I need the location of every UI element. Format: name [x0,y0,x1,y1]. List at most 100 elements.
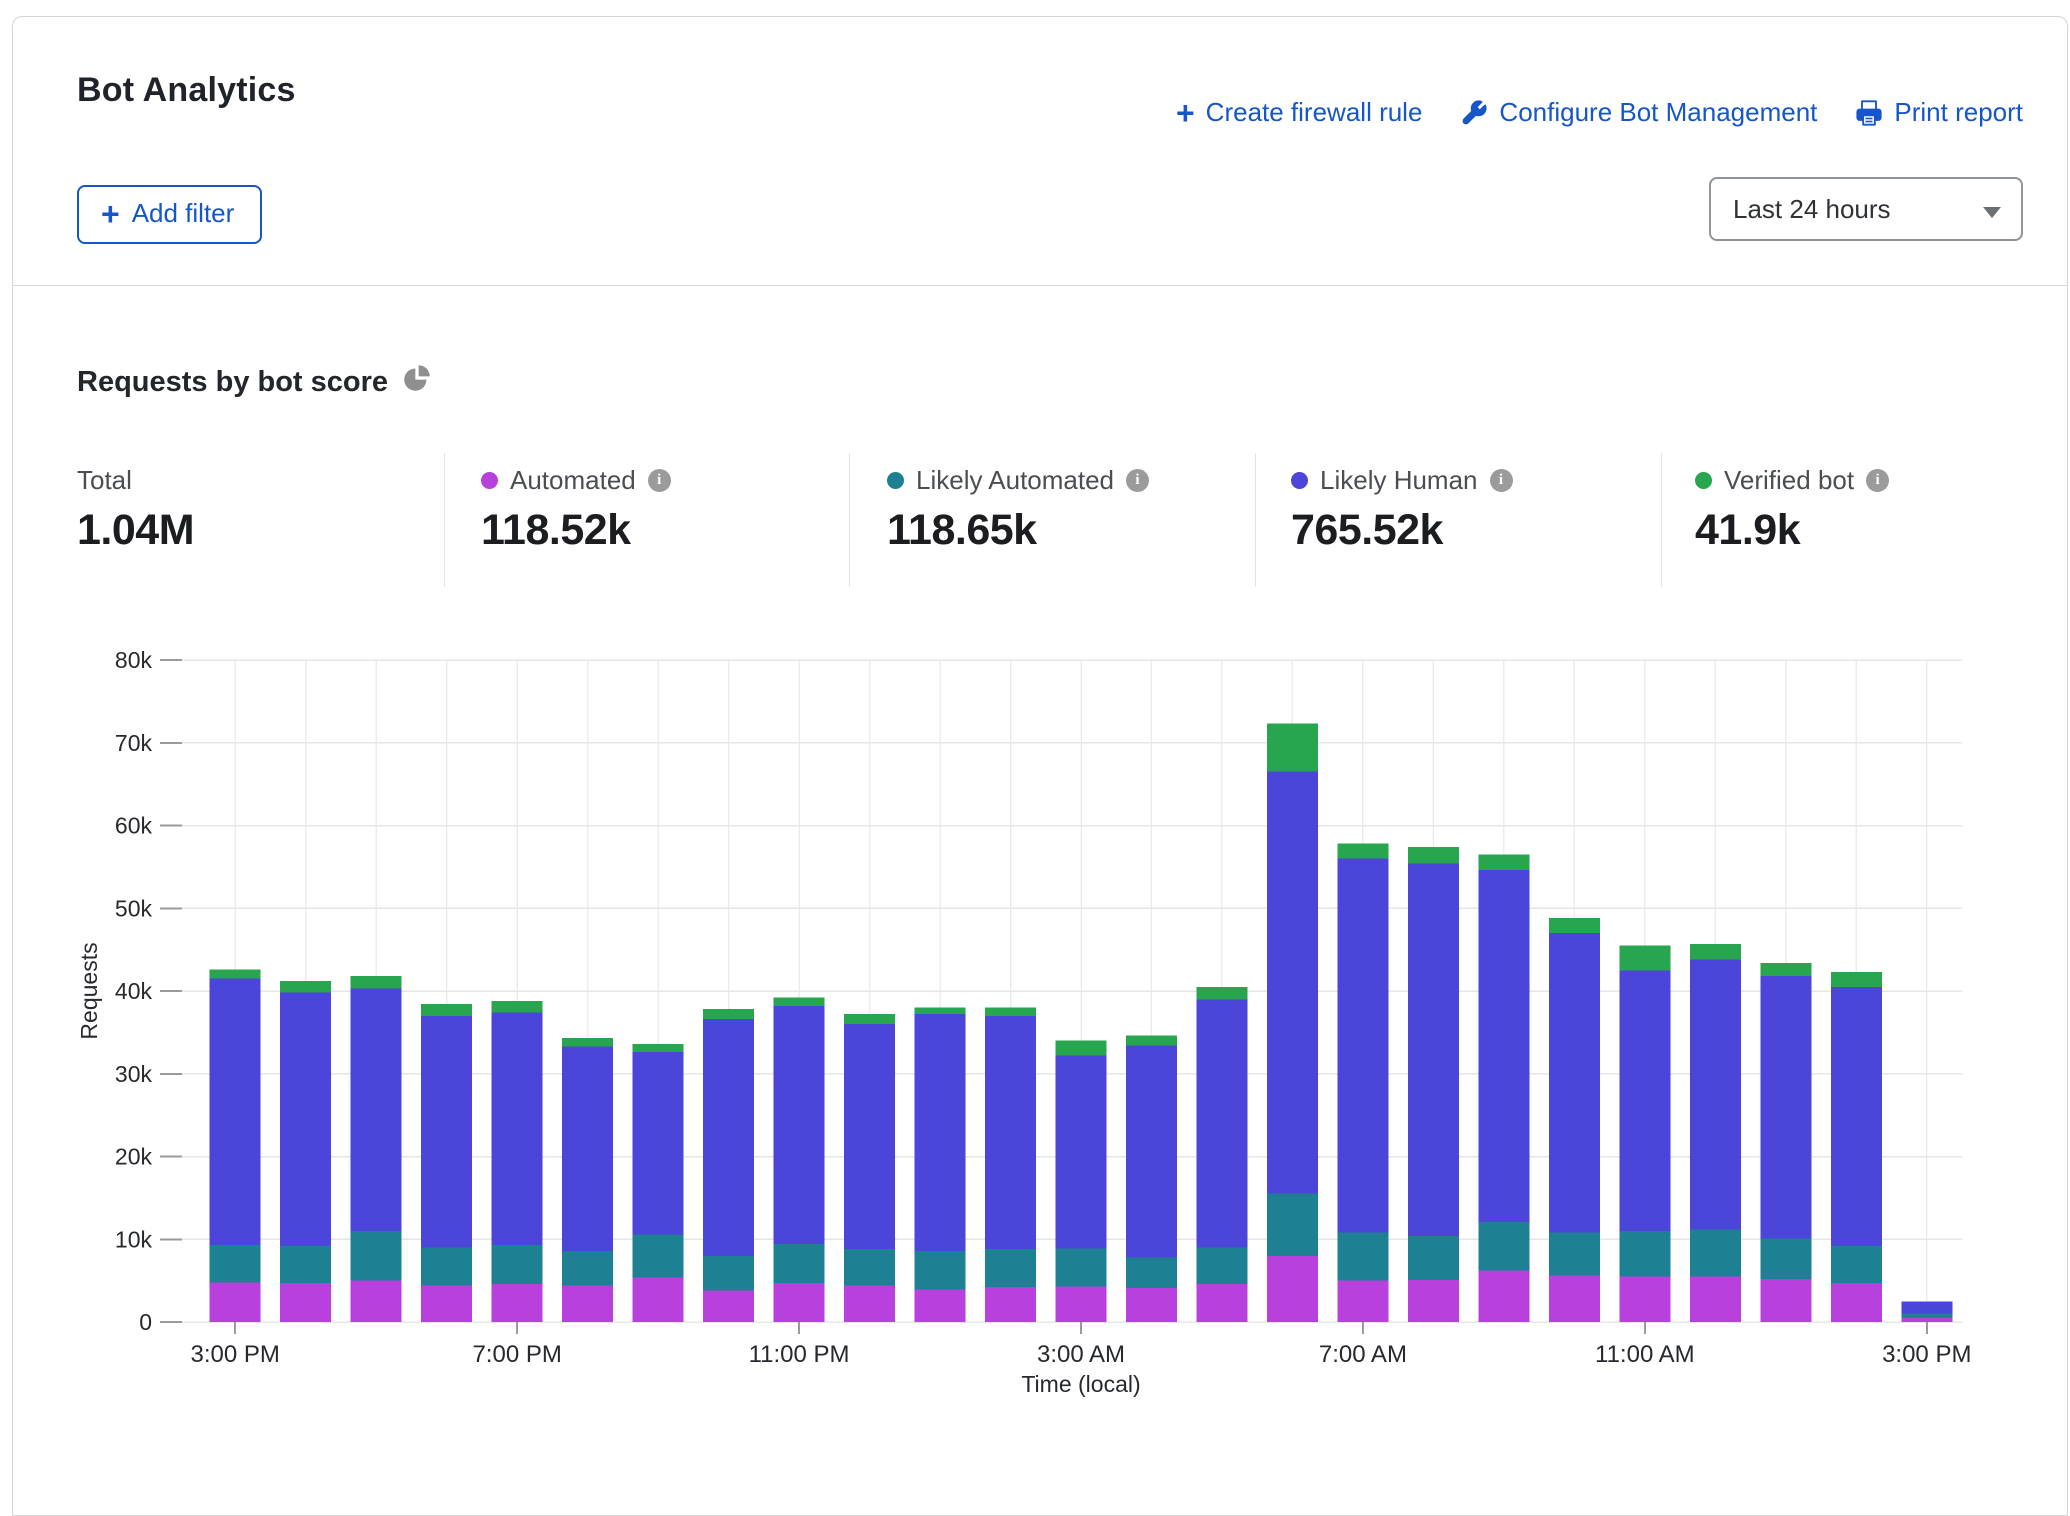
bar-segment-automated [1408,1280,1459,1322]
configure-bot-management-link[interactable]: Configure Bot Management [1460,97,1817,128]
add-filter-button[interactable]: + Add filter [77,185,262,244]
bar-1[interactable] [280,981,331,1322]
bar-segment-automated [915,1290,966,1322]
bar-8[interactable] [774,998,825,1322]
bar-2[interactable] [351,976,402,1322]
stat-verified-bot[interactable]: Verified bot i 41.9k [1695,465,1889,555]
bar-18[interactable] [1478,854,1529,1322]
bar-segment-likely-automated [1267,1194,1318,1256]
bar-segment-verified-bot [1056,1041,1107,1056]
stat-likely-automated[interactable]: Likely Automated i 118.65k [887,465,1149,555]
bar-segment-automated [492,1284,543,1322]
y-tick-label: 60k [115,813,153,839]
bar-segment-automated [1337,1281,1388,1322]
bar-7[interactable] [703,1009,754,1322]
bar-segment-verified-bot [1760,963,1811,976]
bar-segment-likely-automated [1549,1233,1600,1276]
bar-4[interactable] [492,1001,543,1322]
bar-segment-likely-automated [633,1234,684,1277]
create-firewall-rule-link[interactable]: + Create firewall rule [1176,97,1422,128]
bar-segment-verified-bot [1549,918,1600,933]
bar-segment-likely-automated [562,1251,613,1286]
bar-segment-likely-human [1196,999,1247,1247]
bar-segment-likely-human [421,1016,472,1248]
bar-segment-likely-human [351,989,402,1231]
y-axis-title: Requests [76,942,102,1039]
bar-23[interactable] [1831,972,1882,1322]
x-tick-label: 3:00 PM [191,1341,280,1368]
y-tick-label: 70k [115,730,153,756]
stat-likely-human-value: 765.52k [1291,506,1513,555]
bar-segment-likely-human [1760,976,1811,1238]
bar-segment-verified-bot [774,998,825,1006]
requests-by-bot-score-chart: 010k20k30k40k50k60k70k80k3:00 PM7:00 PM1… [0,640,2070,1394]
bar-11[interactable] [985,1008,1036,1322]
stat-verified-bot-label: Verified bot [1724,465,1854,496]
section-title-text: Requests by bot score [77,366,388,399]
stat-divider [849,453,850,587]
print-report-link[interactable]: Print report [1855,97,2023,128]
bar-9[interactable] [844,1014,895,1322]
bar-5[interactable] [562,1038,613,1322]
time-range-dropdown[interactable]: Last 24 hours [1709,177,2023,241]
bar-segment-verified-bot [915,1008,966,1015]
info-icon[interactable]: i [1490,469,1513,492]
bar-0[interactable] [210,969,261,1322]
bar-segment-likely-automated [1126,1257,1177,1288]
stat-automated[interactable]: Automated i 118.52k [481,465,671,555]
bar-segment-automated [351,1281,402,1322]
bar-segment-verified-bot [492,1001,543,1013]
bar-segment-verified-bot [1690,944,1741,960]
bar-segment-likely-automated [1831,1246,1882,1283]
likely-automated-dot-icon [887,472,904,489]
automated-dot-icon [481,472,498,489]
bar-segment-likely-automated [985,1249,1036,1287]
bar-17[interactable] [1408,847,1459,1322]
bar-13[interactable] [1126,1036,1177,1322]
bar-segment-likely-automated [492,1245,543,1284]
bar-6[interactable] [633,1044,684,1322]
info-icon[interactable]: i [1126,469,1149,492]
bar-22[interactable] [1760,963,1811,1322]
bar-3[interactable] [421,1004,472,1322]
bar-segment-automated [985,1287,1036,1322]
x-tick-label: 11:00 AM [1595,1341,1695,1368]
print-report-label: Print report [1894,97,2023,128]
info-icon[interactable]: i [648,469,671,492]
bar-segment-automated [1267,1256,1318,1322]
info-icon[interactable]: i [1866,469,1889,492]
bar-segment-verified-bot [1619,945,1670,970]
add-filter-label: Add filter [132,198,235,229]
bar-segment-verified-bot [1408,847,1459,864]
bar-segment-automated [280,1283,331,1322]
bar-segment-likely-human [492,1013,543,1246]
bar-segment-likely-human [562,1046,613,1250]
bar-segment-likely-human [1901,1301,1952,1313]
stat-likely-human-label: Likely Human [1320,465,1478,496]
bar-12[interactable] [1056,1041,1107,1322]
bar-segment-likely-automated [421,1248,472,1286]
bar-16[interactable] [1337,844,1388,1322]
bar-24[interactable] [1901,1301,1952,1322]
stacked-bar-chart: 010k20k30k40k50k60k70k80k3:00 PM7:00 PM1… [0,640,2070,1400]
bar-segment-automated [1478,1271,1529,1322]
bar-21[interactable] [1690,944,1741,1322]
bar-segment-automated [774,1283,825,1322]
y-tick-label: 20k [115,1144,153,1170]
bar-segment-likely-automated [1619,1231,1670,1277]
bar-segment-likely-human [280,993,331,1246]
bar-segment-verified-bot [1337,844,1388,859]
stat-likely-human[interactable]: Likely Human i 765.52k [1291,465,1513,555]
wrench-icon [1460,99,1488,127]
bar-10[interactable] [915,1008,966,1322]
bar-segment-likely-human [844,1024,895,1249]
bar-14[interactable] [1196,987,1247,1322]
bar-segment-verified-bot [844,1014,895,1024]
stat-automated-label: Automated [510,465,636,496]
bar-15[interactable] [1267,724,1318,1322]
bar-segment-likely-human [1126,1046,1177,1258]
bar-19[interactable] [1549,918,1600,1322]
stat-divider [444,453,445,587]
stat-likely-automated-label: Likely Automated [916,465,1114,496]
bar-20[interactable] [1619,945,1670,1322]
